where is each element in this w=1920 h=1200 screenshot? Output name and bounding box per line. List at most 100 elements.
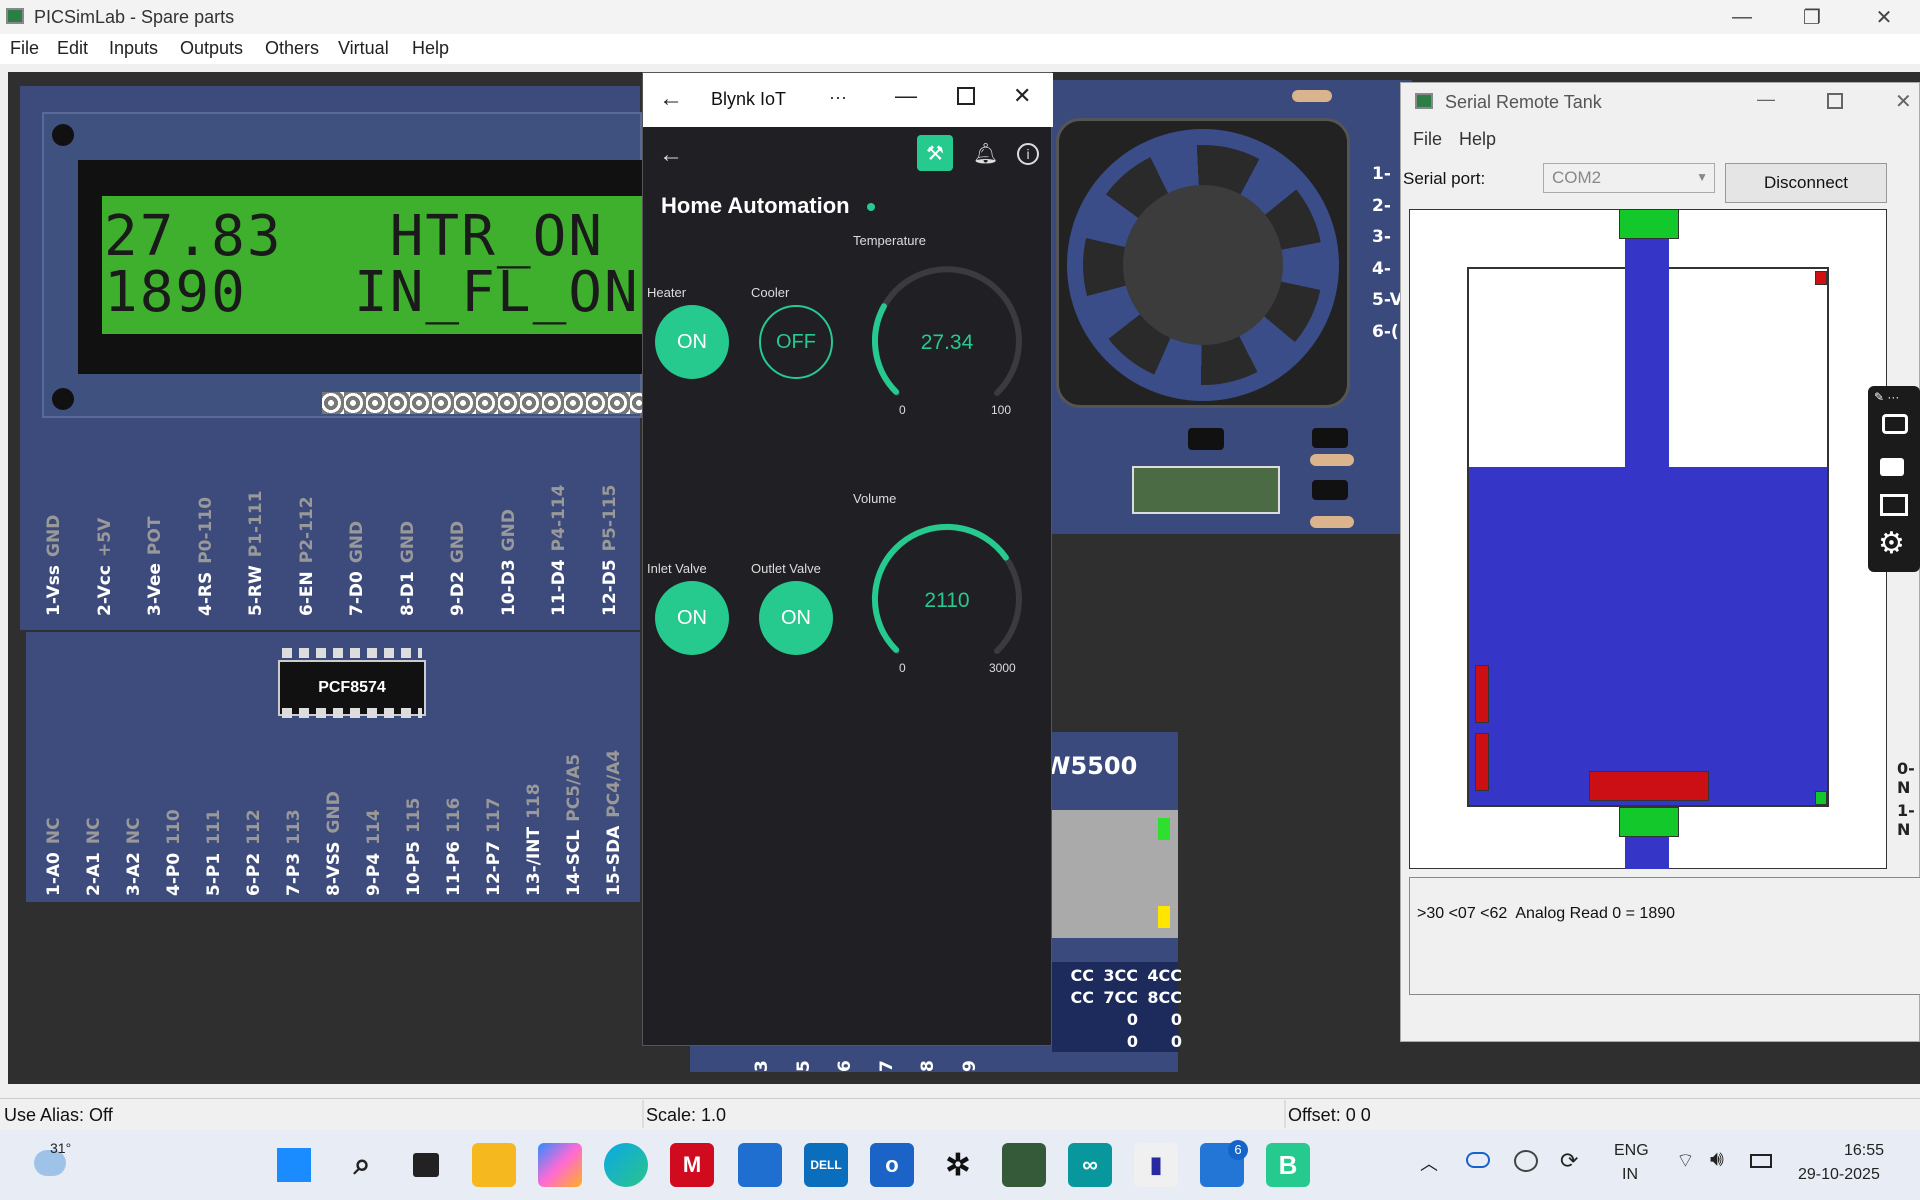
- serial-log-text: >30 <07 <62 Analog Read 0 = 1890: [1417, 905, 1676, 922]
- restore-button[interactable]: ❐: [1790, 4, 1834, 30]
- cooler-button[interactable]: OFF: [759, 305, 833, 379]
- language-line1[interactable]: ENG: [1614, 1142, 1649, 1160]
- table-cell: 0: [1170, 1032, 1182, 1051]
- outlet-valve-indicator: [1619, 807, 1679, 837]
- arduino-icon[interactable]: ∞: [1068, 1143, 1112, 1187]
- inlet-valve-button[interactable]: ON: [655, 581, 729, 655]
- pin-label: 6-P2 112: [244, 809, 264, 896]
- sync-icon[interactable]: ⟳: [1560, 1148, 1578, 1174]
- close-button[interactable]: ✕: [1013, 83, 1031, 109]
- pin-label: 3-: [1372, 227, 1391, 247]
- menu-help[interactable]: Help: [1459, 129, 1496, 150]
- copilot-icon[interactable]: [538, 1143, 582, 1187]
- pin-label: 5-RW P1-111: [246, 490, 266, 616]
- fan[interactable]: [1056, 118, 1350, 408]
- pin-number: 10-P5: [404, 840, 424, 896]
- pin-icon[interactable]: ✎ ···: [1874, 390, 1899, 404]
- pin-function: NC: [44, 817, 64, 845]
- volume-max: 3000: [989, 661, 1016, 675]
- level-sensor-green: [1815, 791, 1827, 805]
- info-icon[interactable]: i: [1017, 143, 1039, 165]
- dell-icon[interactable]: DELL: [804, 1143, 848, 1187]
- pin-function: 113: [284, 809, 304, 845]
- maximize-button[interactable]: [1827, 93, 1843, 109]
- menu-edit[interactable]: Edit: [57, 38, 88, 59]
- close-button[interactable]: ✕: [1862, 4, 1906, 30]
- pin-label: 3-Vee POT: [145, 517, 165, 616]
- security-icon[interactable]: [1514, 1150, 1538, 1172]
- pin-function: P1-111: [246, 490, 266, 558]
- more-icon[interactable]: ···: [829, 87, 847, 108]
- app-titlebar: PICSimLab - Spare parts — ❐ ✕: [0, 0, 1920, 34]
- notification-badge: 6: [1228, 1140, 1248, 1160]
- clock-date[interactable]: 29-10-2025: [1798, 1166, 1880, 1184]
- chatgpt-icon[interactable]: ✲: [936, 1143, 980, 1187]
- pin-label: 11-P6 116: [444, 797, 464, 896]
- bell-icon[interactable]: 🔔︎: [973, 141, 998, 166]
- back-icon[interactable]: ←: [659, 141, 683, 169]
- blynk-taskbar-icon[interactable]: B: [1266, 1143, 1310, 1187]
- task-view-icon[interactable]: [404, 1143, 448, 1187]
- clock-time[interactable]: 16:55: [1844, 1142, 1884, 1160]
- wifi-icon[interactable]: ⌔: [1676, 1148, 1695, 1173]
- video-icon[interactable]: [1880, 458, 1904, 476]
- window-capture-icon[interactable]: [1880, 494, 1908, 516]
- app-icon[interactable]: ▮: [1134, 1143, 1178, 1187]
- blynk-window[interactable]: ← Blynk IoT ··· — ✕ ← ⚒ 🔔︎ i Home Automa…: [642, 72, 1053, 1046]
- table-cell: 0: [1126, 1010, 1138, 1029]
- camera-icon[interactable]: [1882, 414, 1908, 434]
- volume-icon[interactable]: 🔊︎: [1710, 1146, 1724, 1172]
- table-cell: CC: [1070, 966, 1094, 985]
- chevron-up-icon[interactable]: ︿: [1420, 1150, 1438, 1176]
- back-arrow-icon[interactable]: ←: [659, 85, 683, 113]
- cloud-icon[interactable]: [1466, 1152, 1490, 1168]
- start-icon[interactable]: [272, 1143, 316, 1187]
- pin-number: 13-/INT: [524, 826, 544, 896]
- temperature-label: Temperature: [853, 233, 926, 248]
- chip-pins-top: [282, 648, 422, 658]
- search-icon[interactable]: ⌕: [340, 1143, 384, 1187]
- pin-label: 3-A2 NC: [124, 817, 144, 896]
- menu-file[interactable]: File: [10, 38, 39, 59]
- serial-port-value: COM2: [1552, 168, 1602, 187]
- table-cell: 0: [1126, 1032, 1138, 1051]
- minimize-button[interactable]: —: [1757, 89, 1775, 110]
- serial-tank-window[interactable]: Serial Remote Tank — ✕ File Help Serial …: [1400, 82, 1920, 1042]
- pin-number: 2-A1: [84, 852, 104, 896]
- outlet-valve-button[interactable]: ON: [759, 581, 833, 655]
- button-component[interactable]: [1188, 428, 1224, 450]
- menu-help[interactable]: Help: [412, 38, 449, 59]
- heater-button[interactable]: ON: [655, 305, 729, 379]
- menu-others[interactable]: Others: [265, 38, 319, 59]
- wrench-icon[interactable]: ⚒: [917, 135, 953, 171]
- pin-number: 8-VSS: [324, 841, 344, 896]
- menu-inputs[interactable]: Inputs: [109, 38, 158, 59]
- menu-virtual[interactable]: Virtual: [338, 38, 389, 59]
- minimize-button[interactable]: —: [895, 83, 917, 109]
- gear-icon[interactable]: ⚙: [1878, 526, 1905, 561]
- picsimlab-icon[interactable]: [1002, 1143, 1046, 1187]
- pin-function: PC5/A5: [564, 753, 584, 822]
- close-button[interactable]: ✕: [1895, 89, 1912, 114]
- minimize-button[interactable]: —: [1720, 4, 1764, 30]
- disconnect-button[interactable]: Disconnect: [1725, 163, 1887, 203]
- pin-function: NC: [84, 817, 104, 845]
- resistor: [1310, 516, 1354, 528]
- pin-label: 8-D1 GND: [398, 521, 418, 616]
- language-line2[interactable]: IN: [1622, 1166, 1638, 1184]
- maximize-button[interactable]: [957, 87, 975, 105]
- mcafee-icon[interactable]: M: [670, 1143, 714, 1187]
- transistor: [1312, 480, 1348, 500]
- store-icon[interactable]: [738, 1143, 782, 1187]
- battery-icon[interactable]: [1750, 1154, 1772, 1168]
- edge-icon[interactable]: [604, 1143, 648, 1187]
- pin-number: 6-P2: [244, 852, 264, 896]
- file-explorer-icon[interactable]: [472, 1143, 516, 1187]
- pin-number: 1-Vss: [44, 564, 64, 616]
- menu-outputs[interactable]: Outputs: [180, 38, 243, 59]
- serial-port-select[interactable]: COM2 ▼: [1543, 163, 1715, 193]
- menu-file[interactable]: File: [1413, 129, 1442, 150]
- pin-number: 11-P6: [444, 840, 464, 896]
- pin-label: 5: [793, 1060, 814, 1072]
- outlook-icon[interactable]: o: [870, 1143, 914, 1187]
